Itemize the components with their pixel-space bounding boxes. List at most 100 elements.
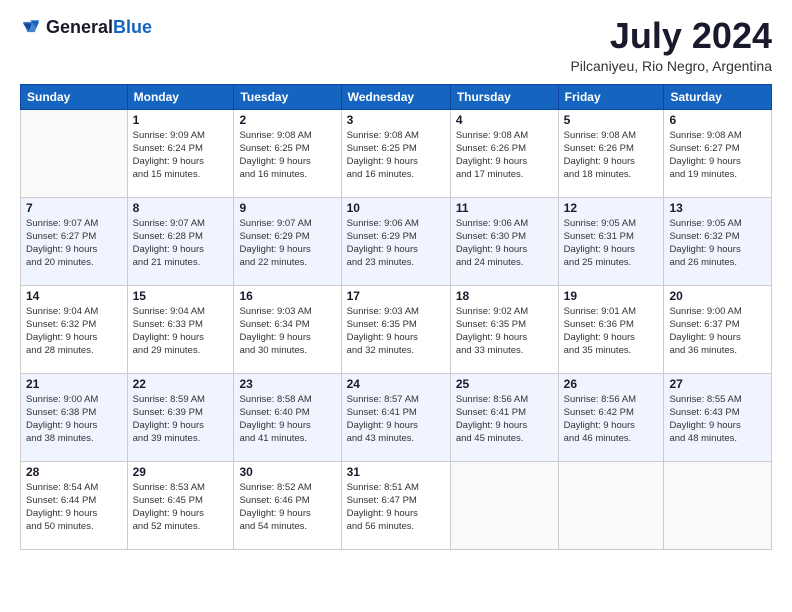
calendar-cell: 23 Sunrise: 8:58 AMSunset: 6:40 PMDayligh… — [234, 373, 341, 461]
day-info: Sunrise: 9:04 AMSunset: 6:32 PMDaylight:… — [26, 305, 122, 358]
day-info: Sunrise: 9:08 AMSunset: 6:26 PMDaylight:… — [564, 129, 659, 182]
day-info: Sunrise: 9:07 AMSunset: 6:29 PMDaylight:… — [239, 217, 335, 270]
logo-blue: Blue — [113, 17, 152, 37]
calendar-cell: 31Sunrise: 8:51 AMSunset: 6:47 PMDayligh… — [341, 461, 450, 549]
calendar-cell: 7 Sunrise: 9:07 AMSunset: 6:27 PMDaylight… — [21, 197, 128, 285]
weekday-header-friday: Friday — [558, 84, 664, 109]
day-number: 30 — [239, 465, 335, 479]
calendar-week-row: 7 Sunrise: 9:07 AMSunset: 6:27 PMDaylight… — [21, 197, 772, 285]
calendar-cell: 26 Sunrise: 8:56 AMSunset: 6:42 PMDayligh… — [558, 373, 664, 461]
day-info: Sunrise: 9:07 AMSunset: 6:28 PMDaylight:… — [133, 217, 229, 270]
day-number: 13 — [669, 201, 766, 215]
day-number: 25 — [456, 377, 553, 391]
calendar-cell: 13 Sunrise: 9:05 AMSunset: 6:32 PMDayligh… — [664, 197, 772, 285]
day-info: Sunrise: 9:01 AMSunset: 6:36 PMDaylight:… — [564, 305, 659, 358]
day-info: Sunrise: 9:08 AMSunset: 6:27 PMDaylight:… — [669, 129, 766, 182]
calendar-cell: 18Sunrise: 9:02 AMSunset: 6:35 PMDayligh… — [450, 285, 558, 373]
logo: GeneralBlue — [20, 16, 152, 38]
day-info: Sunrise: 9:08 AMSunset: 6:25 PMDaylight:… — [239, 129, 335, 182]
calendar-cell: 2 Sunrise: 9:08 AMSunset: 6:25 PMDaylight… — [234, 109, 341, 197]
day-info: Sunrise: 9:05 AMSunset: 6:31 PMDaylight:… — [564, 217, 659, 270]
day-number: 11 — [456, 201, 553, 215]
calendar-cell: 4 Sunrise: 9:08 AMSunset: 6:26 PMDaylight… — [450, 109, 558, 197]
weekday-header-row: SundayMondayTuesdayWednesdayThursdayFrid… — [21, 84, 772, 109]
weekday-header-sunday: Sunday — [21, 84, 128, 109]
calendar-week-row: 14 Sunrise: 9:04 AMSunset: 6:32 PMDayligh… — [21, 285, 772, 373]
weekday-header-thursday: Thursday — [450, 84, 558, 109]
day-info: Sunrise: 8:55 AMSunset: 6:43 PMDaylight:… — [669, 393, 766, 446]
day-info: Sunrise: 9:00 AMSunset: 6:38 PMDaylight:… — [26, 393, 122, 446]
calendar-cell: 16Sunrise: 9:03 AMSunset: 6:34 PMDayligh… — [234, 285, 341, 373]
calendar-cell: 28Sunrise: 8:54 AMSunset: 6:44 PMDayligh… — [21, 461, 128, 549]
calendar-cell: 29 Sunrise: 8:53 AMSunset: 6:45 PMDayligh… — [127, 461, 234, 549]
day-info: Sunrise: 9:08 AMSunset: 6:26 PMDaylight:… — [456, 129, 553, 182]
day-info: Sunrise: 9:09 AMSunset: 6:24 PMDaylight:… — [133, 129, 229, 182]
calendar-cell: 11Sunrise: 9:06 AMSunset: 6:30 PMDayligh… — [450, 197, 558, 285]
day-number: 4 — [456, 113, 553, 127]
day-number: 9 — [239, 201, 335, 215]
calendar-cell: 27Sunrise: 8:55 AMSunset: 6:43 PMDayligh… — [664, 373, 772, 461]
calendar-cell: 20 Sunrise: 9:00 AMSunset: 6:37 PMDayligh… — [664, 285, 772, 373]
calendar-cell: 6Sunrise: 9:08 AMSunset: 6:27 PMDaylight… — [664, 109, 772, 197]
day-info: Sunrise: 9:04 AMSunset: 6:33 PMDaylight:… — [133, 305, 229, 358]
calendar-cell: 5Sunrise: 9:08 AMSunset: 6:26 PMDaylight… — [558, 109, 664, 197]
calendar-cell: 3Sunrise: 9:08 AMSunset: 6:25 PMDaylight… — [341, 109, 450, 197]
day-number: 21 — [26, 377, 122, 391]
page: GeneralBlue July 2024 Pilcaniyeu, Rio Ne… — [0, 0, 792, 612]
day-info: Sunrise: 9:03 AMSunset: 6:35 PMDaylight:… — [347, 305, 445, 358]
month-title: July 2024 — [570, 16, 772, 56]
calendar-cell: 22 Sunrise: 8:59 AMSunset: 6:39 PMDayligh… — [127, 373, 234, 461]
calendar-cell: 30Sunrise: 8:52 AMSunset: 6:46 PMDayligh… — [234, 461, 341, 549]
day-info: Sunrise: 9:05 AMSunset: 6:32 PMDaylight:… — [669, 217, 766, 270]
day-info: Sunrise: 9:03 AMSunset: 6:34 PMDaylight:… — [239, 305, 335, 358]
calendar-cell — [450, 461, 558, 549]
header: GeneralBlue July 2024 Pilcaniyeu, Rio Ne… — [20, 16, 772, 74]
day-info: Sunrise: 9:06 AMSunset: 6:29 PMDaylight:… — [347, 217, 445, 270]
day-number: 23 — [239, 377, 335, 391]
calendar-cell — [664, 461, 772, 549]
calendar-table: SundayMondayTuesdayWednesdayThursdayFrid… — [20, 84, 772, 550]
weekday-header-wednesday: Wednesday — [341, 84, 450, 109]
day-number: 22 — [133, 377, 229, 391]
calendar-cell: 21 Sunrise: 9:00 AMSunset: 6:38 PMDayligh… — [21, 373, 128, 461]
day-number: 19 — [564, 289, 659, 303]
day-number: 24 — [347, 377, 445, 391]
location-title: Pilcaniyeu, Rio Negro, Argentina — [570, 58, 772, 74]
day-number: 31 — [347, 465, 445, 479]
day-number: 15 — [133, 289, 229, 303]
weekday-header-tuesday: Tuesday — [234, 84, 341, 109]
day-info: Sunrise: 8:53 AMSunset: 6:45 PMDaylight:… — [133, 481, 229, 534]
day-info: Sunrise: 8:59 AMSunset: 6:39 PMDaylight:… — [133, 393, 229, 446]
day-number: 8 — [133, 201, 229, 215]
day-info: Sunrise: 9:02 AMSunset: 6:35 PMDaylight:… — [456, 305, 553, 358]
weekday-header-saturday: Saturday — [664, 84, 772, 109]
calendar-week-row: 1 Sunrise: 9:09 AMSunset: 6:24 PMDaylight… — [21, 109, 772, 197]
calendar-week-row: 28Sunrise: 8:54 AMSunset: 6:44 PMDayligh… — [21, 461, 772, 549]
calendar-cell: 15 Sunrise: 9:04 AMSunset: 6:33 PMDayligh… — [127, 285, 234, 373]
day-number: 14 — [26, 289, 122, 303]
title-block: July 2024 Pilcaniyeu, Rio Negro, Argenti… — [570, 16, 772, 74]
day-number: 2 — [239, 113, 335, 127]
day-number: 1 — [133, 113, 229, 127]
day-info: Sunrise: 9:07 AMSunset: 6:27 PMDaylight:… — [26, 217, 122, 270]
calendar-cell: 8 Sunrise: 9:07 AMSunset: 6:28 PMDaylight… — [127, 197, 234, 285]
calendar-cell: 9 Sunrise: 9:07 AMSunset: 6:29 PMDaylight… — [234, 197, 341, 285]
day-info: Sunrise: 9:00 AMSunset: 6:37 PMDaylight:… — [669, 305, 766, 358]
calendar-cell: 17 Sunrise: 9:03 AMSunset: 6:35 PMDayligh… — [341, 285, 450, 373]
day-number: 17 — [347, 289, 445, 303]
day-number: 28 — [26, 465, 122, 479]
day-info: Sunrise: 8:56 AMSunset: 6:41 PMDaylight:… — [456, 393, 553, 446]
day-info: Sunrise: 9:08 AMSunset: 6:25 PMDaylight:… — [347, 129, 445, 182]
day-info: Sunrise: 8:56 AMSunset: 6:42 PMDaylight:… — [564, 393, 659, 446]
day-number: 26 — [564, 377, 659, 391]
calendar-cell: 10Sunrise: 9:06 AMSunset: 6:29 PMDayligh… — [341, 197, 450, 285]
day-number: 29 — [133, 465, 229, 479]
weekday-header-monday: Monday — [127, 84, 234, 109]
day-info: Sunrise: 8:58 AMSunset: 6:40 PMDaylight:… — [239, 393, 335, 446]
day-number: 20 — [669, 289, 766, 303]
calendar-week-row: 21 Sunrise: 9:00 AMSunset: 6:38 PMDayligh… — [21, 373, 772, 461]
calendar-cell — [558, 461, 664, 549]
day-number: 7 — [26, 201, 122, 215]
day-info: Sunrise: 8:57 AMSunset: 6:41 PMDaylight:… — [347, 393, 445, 446]
calendar-cell: 24 Sunrise: 8:57 AMSunset: 6:41 PMDayligh… — [341, 373, 450, 461]
